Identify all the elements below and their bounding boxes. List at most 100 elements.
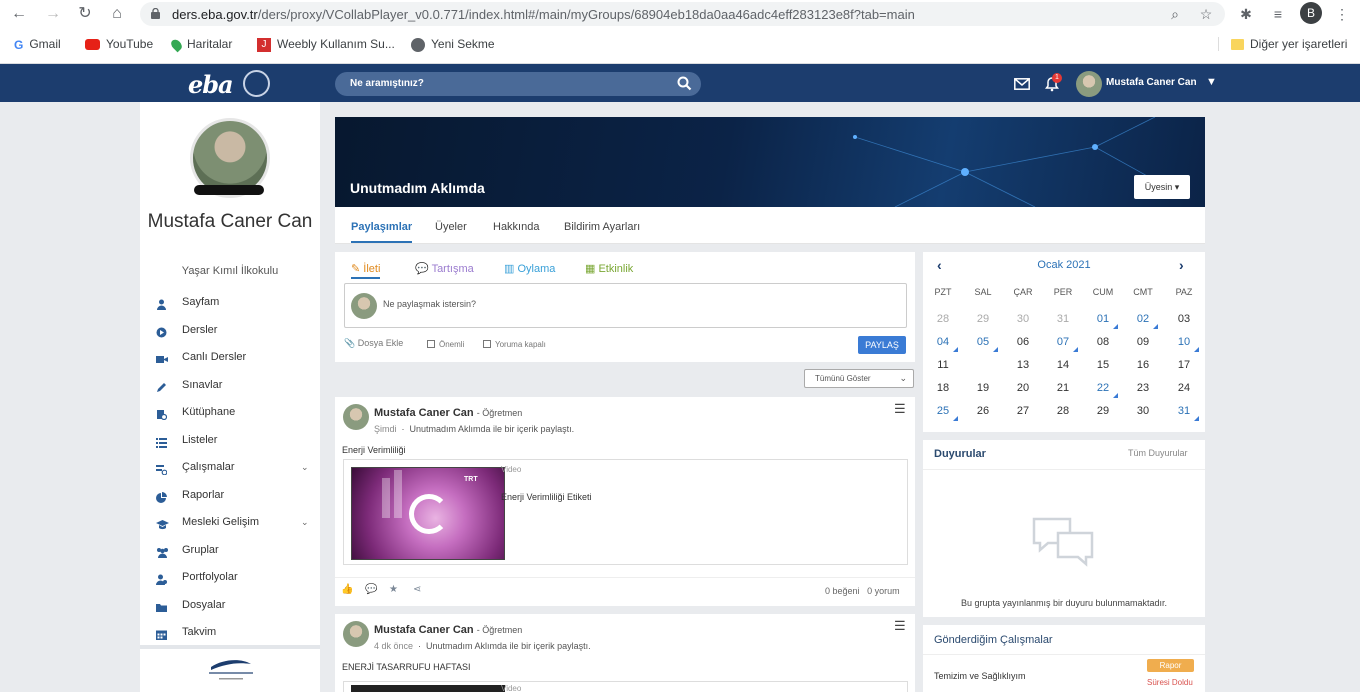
video-attachment[interactable]: TRT Video Enerji Verimliliği Etiketi [343, 459, 908, 565]
reload-icon[interactable]: ↻ [74, 3, 96, 25]
tab-paylasimlar[interactable]: Paylaşımlar [351, 221, 413, 243]
calendar-day[interactable]: 13 [1005, 356, 1041, 374]
calendar-day[interactable]: 01 [1085, 310, 1121, 329]
calendar-day[interactable]: 18 [925, 379, 961, 397]
post-textarea[interactable]: Ne paylaşmak istersin? [344, 283, 907, 328]
bookmark-new-tab[interactable]: Yeni Sekme [411, 37, 495, 52]
calendar-day[interactable]: 29 [1085, 402, 1121, 420]
sidebar-item-mesleki-gelisim[interactable]: Mesleki Gelişim ⌄ [156, 512, 316, 532]
calendar-day[interactable]: 06 [1005, 333, 1041, 351]
sidebar-item-takvim[interactable]: Takvim [156, 622, 316, 642]
calendar-day[interactable]: 30 [1125, 402, 1161, 420]
chevron-down-icon[interactable]: ⌄ [301, 457, 309, 477]
sidebar-item-sayfam[interactable]: Sayfam [156, 292, 316, 312]
sidebar-item-canli-dersler[interactable]: Canlı Dersler [156, 347, 316, 367]
calendar-day[interactable]: 25 [925, 402, 961, 421]
chevron-down-icon[interactable]: ⌄ [301, 512, 309, 532]
search-icon[interactable] [677, 76, 692, 91]
calendar-day[interactable]: 23 [1125, 379, 1161, 397]
video-thumbnail[interactable] [351, 685, 505, 692]
eba-logo[interactable]: eba [188, 70, 234, 99]
calendar-day[interactable]: 21 [1045, 379, 1081, 397]
calendar-day[interactable]: 05 [965, 333, 1001, 352]
calendar-day[interactable]: 26 [965, 402, 1001, 420]
calendar-day[interactable]: 31 [1166, 402, 1202, 421]
comment-count[interactable]: 0 yorum [867, 586, 900, 596]
user-name[interactable]: Mustafa Caner Can [1106, 77, 1197, 88]
calendar-day[interactable]: 02 [1125, 310, 1161, 329]
zoom-icon[interactable]: ⌕ [1165, 4, 1185, 24]
composer-tab-tartisma[interactable]: 💬 Tartışma [415, 262, 474, 275]
calendar-day[interactable]: 28 [1045, 402, 1081, 420]
post-author[interactable]: Mustafa Caner Can - Öğretmen [374, 624, 522, 636]
calendar-day[interactable]: 03 [1166, 310, 1202, 328]
calendar-day[interactable]: 09 [1125, 333, 1161, 351]
attach-file-button[interactable]: 📎 Dosya Ekle [344, 338, 403, 349]
comment-icon[interactable]: 💬 [365, 584, 377, 595]
composer-tab-oylama[interactable]: ▥ Oylama [504, 262, 555, 275]
calendar-day[interactable]: 19 [965, 379, 1001, 397]
calendar-day[interactable]: 16 [1125, 356, 1161, 374]
calendar-day[interactable]: 11 [925, 356, 961, 374]
star-icon[interactable]: ★ [389, 584, 398, 595]
post-author[interactable]: Mustafa Caner Can - Öğretmen [374, 407, 522, 419]
composer-tab-ileti[interactable]: ✎ İleti [351, 262, 381, 279]
caret-down-icon[interactable]: ▼ [1206, 76, 1217, 88]
tab-hakkinda[interactable]: Hakkında [493, 221, 539, 233]
filter-select[interactable]: Tümünü Göster ⌄ [804, 369, 914, 388]
bookmark-weebly[interactable]: J Weebly Kullanım Su... [257, 37, 395, 52]
bookmark-maps[interactable]: Haritalar [169, 37, 232, 53]
calendar-day[interactable]: 22 [1085, 379, 1121, 398]
calendar-day[interactable]: 27 [1005, 402, 1041, 420]
calendar-day-today[interactable]: 12 [965, 355, 1001, 375]
media-control-icon[interactable]: ≡ [1268, 4, 1288, 24]
bookmark-gmail[interactable]: G Gmail [14, 37, 61, 52]
share-icon[interactable]: ⋖ [413, 584, 421, 595]
calendar-day[interactable]: 31 [1045, 310, 1081, 328]
menu-kebab-icon[interactable]: ⋮ [1332, 4, 1352, 24]
envelope-icon[interactable] [1014, 78, 1030, 90]
membership-dropdown[interactable]: Üyesin ▾ [1134, 175, 1190, 199]
user-avatar[interactable] [1076, 71, 1102, 97]
calendar-day[interactable]: 04 [925, 333, 961, 352]
tab-uyeler[interactable]: Üyeler [435, 221, 467, 233]
sidebar-item-kutuphane[interactable]: Kütüphane [156, 402, 316, 422]
sidebar-item-calismalar[interactable]: Çalışmalar ⌄ [156, 457, 316, 477]
calendar-day[interactable]: 17 [1166, 356, 1202, 374]
video-thumbnail[interactable]: TRT [351, 467, 505, 560]
post-menu-icon[interactable]: ☰ [894, 618, 906, 634]
calendar-day[interactable]: 07 [1045, 333, 1081, 352]
like-count[interactable]: 0 beğeni [825, 586, 860, 596]
forward-arrow-icon[interactable]: → [42, 3, 64, 25]
comments-off-checkbox[interactable]: Yoruma kapalı [483, 340, 546, 349]
calendar-day[interactable]: 10 [1166, 333, 1202, 352]
post-author-avatar[interactable] [343, 621, 369, 647]
bookmark-youtube[interactable]: YouTube [85, 37, 153, 51]
calendar-day[interactable]: 20 [1005, 379, 1041, 397]
home-icon[interactable]: ⌂ [106, 3, 128, 25]
calendar-day[interactable]: 15 [1085, 356, 1121, 374]
chevron-right-icon[interactable]: › [1179, 257, 1184, 273]
post-menu-icon[interactable]: ☰ [894, 401, 906, 417]
composer-tab-etkinlik[interactable]: ▦ Etkinlik [585, 262, 633, 275]
work-item-title[interactable]: Temizim ve Sağlıklıyım [934, 671, 1026, 681]
profile-avatar[interactable]: B [1300, 2, 1322, 24]
address-bar[interactable]: ders.eba.gov.tr/ders/proxy/VCollabPlayer… [140, 2, 1225, 26]
bookmark-star-icon[interactable]: ☆ [1196, 4, 1216, 24]
report-button[interactable]: Rapor [1147, 659, 1194, 672]
calendar-day[interactable]: 24 [1166, 379, 1202, 397]
sidebar-item-sinavlar[interactable]: Sınavlar [156, 375, 316, 395]
like-icon[interactable]: 👍 [341, 584, 353, 595]
extensions-icon[interactable]: ✱ [1236, 4, 1256, 24]
calendar-day[interactable]: 14 [1045, 356, 1081, 374]
all-announcements-link[interactable]: Tüm Duyurular [1128, 448, 1188, 458]
other-bookmarks[interactable]: Diğer yer işaretleri [1218, 37, 1347, 51]
sidebar-item-portfolyolar[interactable]: Portfolyolar [156, 567, 316, 587]
sidebar-item-listeler[interactable]: Listeler [156, 430, 316, 450]
calendar-day[interactable]: 08 [1085, 333, 1121, 351]
sidebar-item-dosyalar[interactable]: Dosyalar [156, 595, 316, 615]
calendar-day[interactable]: 30 [1005, 310, 1041, 328]
video-attachment[interactable]: Video [343, 681, 908, 692]
calendar-day[interactable]: 28 [925, 310, 961, 328]
search-input[interactable]: Ne aramıştınız? [335, 72, 701, 96]
